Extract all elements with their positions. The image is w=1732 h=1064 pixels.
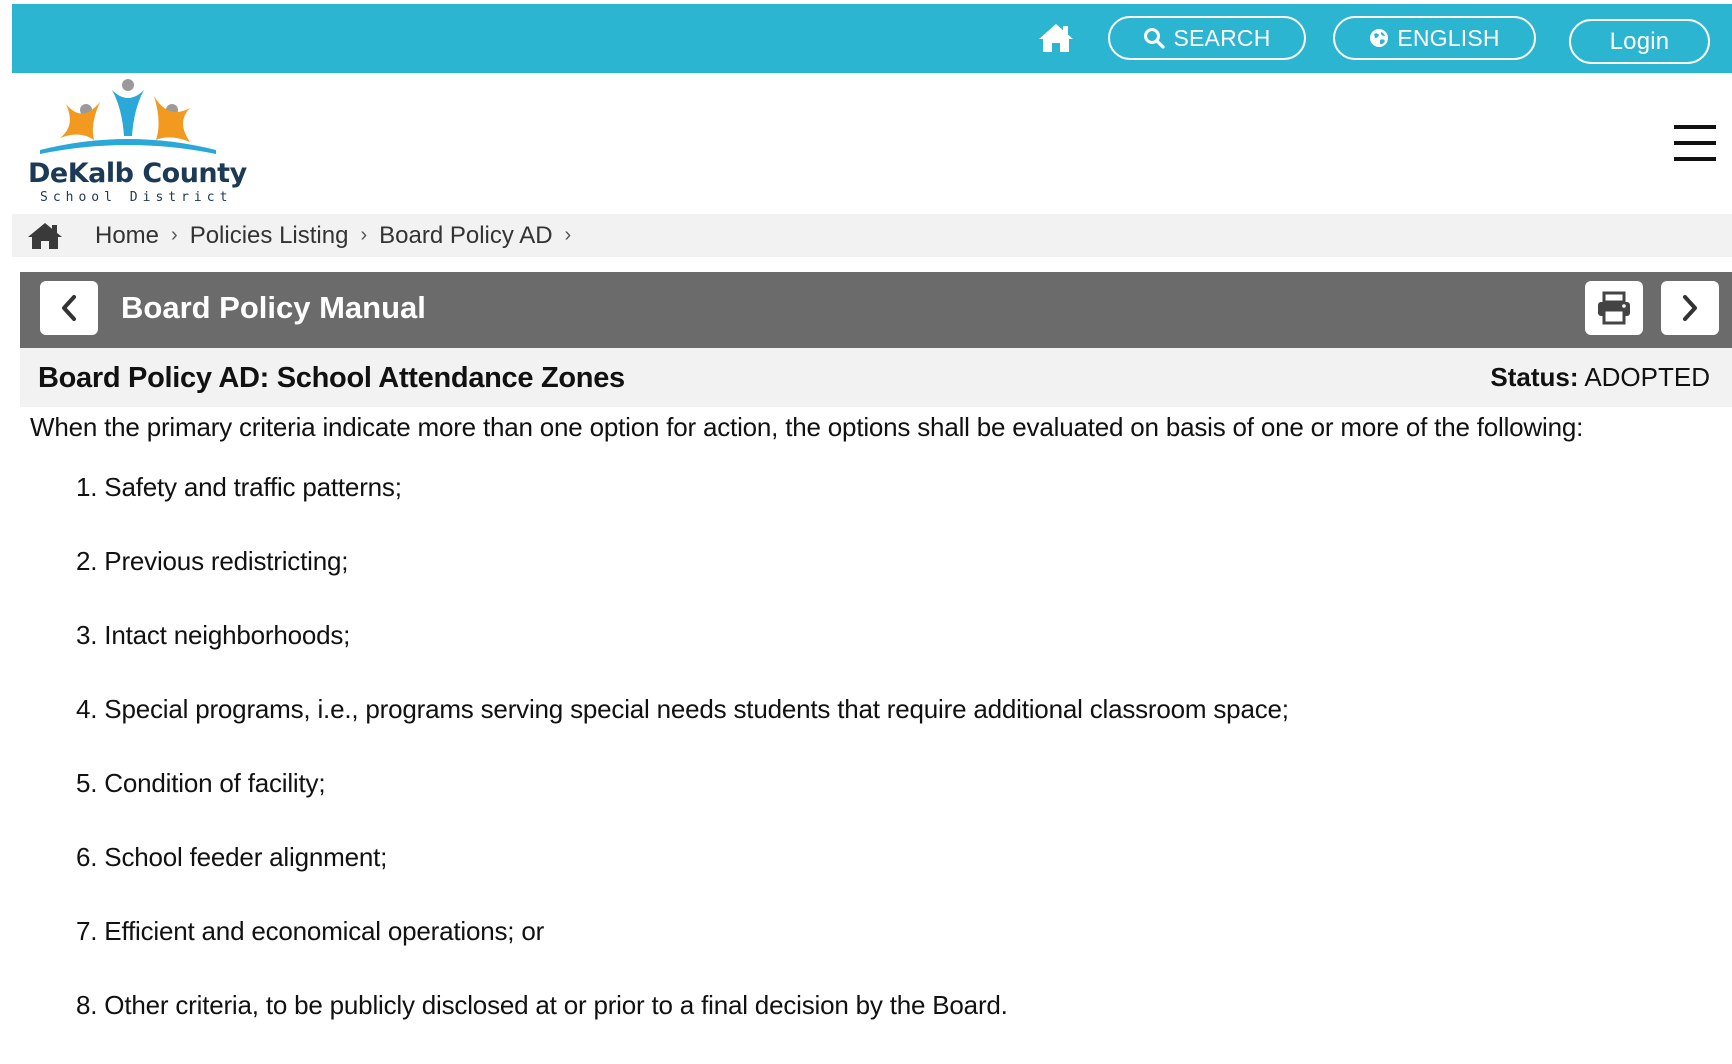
search-icon xyxy=(1144,28,1166,49)
list-item: 1. Safety and traffic patterns; xyxy=(76,472,402,502)
manual-header-bar: Board Policy Manual xyxy=(20,272,1732,348)
chevron-left-icon xyxy=(62,295,76,321)
list-item: 2. Previous redistricting; xyxy=(76,546,349,576)
logo-figures-icon xyxy=(40,79,216,154)
home-icon[interactable] xyxy=(1037,22,1075,54)
back-button[interactable] xyxy=(40,281,98,335)
breadcrumb-separator: › xyxy=(171,224,178,246)
criteria-list: 1. Safety and traffic patterns; 2. Previ… xyxy=(76,472,1289,1064)
policy-status: Status: ADOPTED xyxy=(1490,362,1710,393)
print-button[interactable] xyxy=(1585,281,1643,335)
top-utility-bar: SEARCH ENGLISH Login xyxy=(12,4,1732,73)
login-button[interactable]: Login xyxy=(1569,19,1710,64)
status-label: Status: xyxy=(1490,362,1579,392)
breadcrumb-home[interactable]: Home xyxy=(95,222,159,250)
status-value: ADOPTED xyxy=(1584,362,1710,392)
breadcrumb-policies-listing[interactable]: Policies Listing xyxy=(190,222,349,250)
policy-intro-text: When the primary criteria indicate more … xyxy=(30,412,1584,442)
breadcrumb-separator: › xyxy=(564,224,572,246)
globe-icon xyxy=(1370,29,1389,47)
breadcrumb: Home › Policies Listing › Board Policy A… xyxy=(12,214,1732,257)
chevron-right-icon xyxy=(1683,295,1697,321)
next-button[interactable] xyxy=(1661,281,1719,335)
list-item: 4. Special programs, i.e., programs serv… xyxy=(76,694,1289,724)
breadcrumb-separator: › xyxy=(360,224,368,246)
list-item: 5. Condition of facility; xyxy=(76,768,326,798)
policy-title: Board Policy AD: School Attendance Zones xyxy=(38,362,625,394)
manual-title: Board Policy Manual xyxy=(121,290,426,325)
breadcrumb-board-policy-ad[interactable]: Board Policy AD xyxy=(379,222,552,250)
breadcrumb-home-icon[interactable] xyxy=(27,221,63,251)
logo-subtitle: School District xyxy=(40,190,233,205)
list-item: 3. Intact neighborhoods; xyxy=(76,620,351,650)
search-label: SEARCH xyxy=(1173,24,1271,51)
logo-name: DeKalb County xyxy=(28,158,247,189)
language-label: ENGLISH xyxy=(1397,24,1500,51)
login-label: Login xyxy=(1609,27,1670,55)
hamburger-menu-icon[interactable] xyxy=(1674,125,1716,165)
search-button[interactable]: SEARCH xyxy=(1108,16,1306,60)
language-button[interactable]: ENGLISH xyxy=(1333,16,1536,60)
list-item: 7. Efficient and economical operations; … xyxy=(76,916,545,946)
policy-title-strip: Board Policy AD: School Attendance Zones… xyxy=(20,348,1732,407)
list-item: 8. Other criteria, to be publicly disclo… xyxy=(76,990,1008,1020)
page: SEARCH ENGLISH Login DeKalb County Schoo… xyxy=(12,4,1732,1025)
list-item: 6. School feeder alignment; xyxy=(76,842,388,872)
printer-icon xyxy=(1598,291,1630,325)
district-logo[interactable]: DeKalb County School District xyxy=(20,76,247,206)
